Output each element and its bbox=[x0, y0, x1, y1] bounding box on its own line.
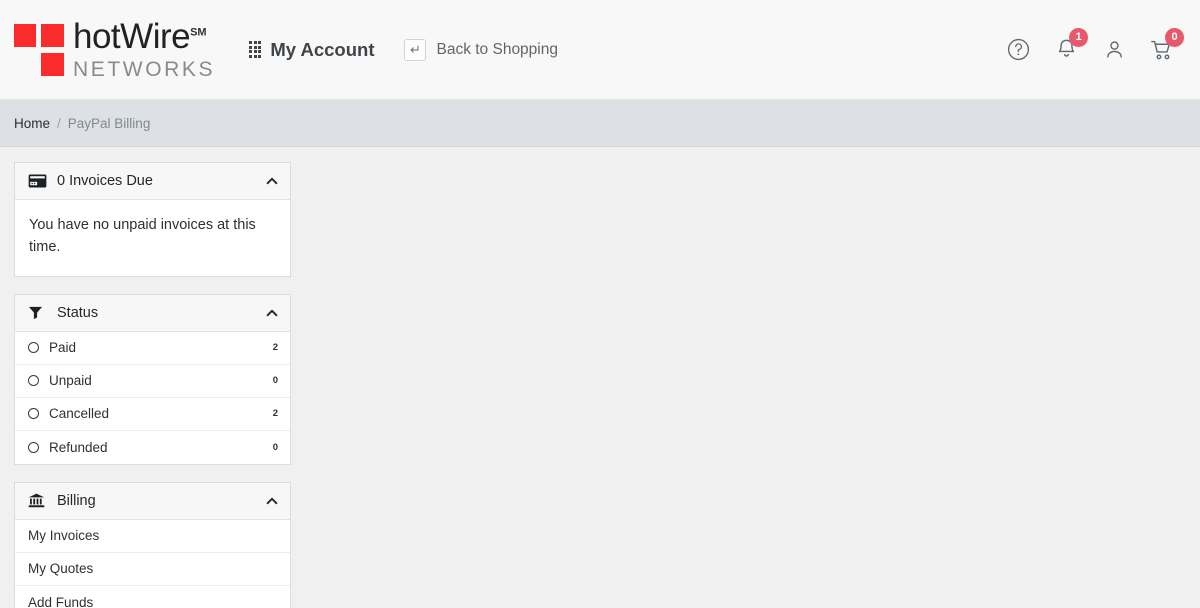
bell-icon[interactable]: 1 bbox=[1052, 27, 1088, 65]
back-to-shopping-button[interactable]: ↵ Back to Shopping bbox=[404, 38, 558, 61]
back-to-shopping-label: Back to Shopping bbox=[436, 40, 558, 58]
breadcrumb-current-page: PayPal Billing bbox=[67, 115, 151, 131]
chevron-up-icon[interactable] bbox=[265, 306, 279, 320]
status-label: Paid bbox=[49, 340, 77, 356]
billing-link-my-invoices[interactable]: My Invoices bbox=[15, 520, 290, 553]
nav-my-account-label: My Account bbox=[270, 38, 375, 60]
invoices-empty-message: You have no unpaid invoices at this time… bbox=[29, 217, 256, 256]
nav-my-account[interactable]: My Account bbox=[249, 39, 374, 61]
logo-wordmark: hotWireSM bbox=[73, 19, 215, 54]
breadcrumb-separator: / bbox=[57, 115, 61, 131]
status-row-cancelled[interactable]: Cancelled 2 bbox=[15, 398, 290, 431]
header-icon-group: 1 0 bbox=[1004, 27, 1184, 65]
panel-invoices-due-header[interactable]: 0 Invoices Due bbox=[15, 163, 290, 200]
breadcrumb: Home / PayPal Billing bbox=[0, 100, 1200, 147]
credit-card-icon bbox=[28, 174, 48, 188]
logo-servicemark: SM bbox=[190, 26, 207, 39]
help-circle-icon[interactable] bbox=[1004, 35, 1032, 65]
site-logo[interactable]: hotWireSM NETWORKS bbox=[14, 19, 215, 80]
status-row-refunded[interactable]: Refunded 0 bbox=[15, 431, 290, 464]
panel-billing: Billing My Invoices My Quotes Add Funds bbox=[14, 481, 291, 608]
grid-apps-icon bbox=[249, 41, 262, 58]
cart-badge: 0 bbox=[1165, 27, 1184, 47]
enter-return-icon: ↵ bbox=[404, 38, 427, 61]
main-content-area bbox=[291, 162, 1200, 608]
status-count: 0 bbox=[272, 441, 278, 453]
notifications-badge: 1 bbox=[1069, 27, 1088, 47]
status-count: 2 bbox=[272, 342, 278, 354]
chevron-up-icon[interactable] bbox=[265, 174, 279, 188]
radio-circle-icon[interactable] bbox=[28, 441, 39, 453]
status-label: Refunded bbox=[49, 439, 108, 455]
breadcrumb-home-link[interactable]: Home bbox=[14, 116, 50, 131]
chevron-up-icon[interactable] bbox=[265, 494, 279, 508]
logo-subtitle: NETWORKS bbox=[73, 58, 216, 81]
filter-funnel-icon bbox=[28, 305, 48, 320]
status-label: Unpaid bbox=[49, 373, 92, 389]
status-count: 2 bbox=[272, 408, 278, 420]
status-row-paid[interactable]: Paid 2 bbox=[15, 332, 290, 365]
site-header: hotWireSM NETWORKS My Account ↵ Back to … bbox=[0, 0, 1200, 100]
panel-billing-title: Billing bbox=[57, 492, 96, 509]
panel-status-header[interactable]: Status bbox=[15, 294, 290, 332]
radio-circle-icon[interactable] bbox=[28, 375, 39, 387]
logo-word-text: hotWire bbox=[73, 17, 191, 56]
billing-link-add-funds[interactable]: Add Funds bbox=[15, 586, 290, 608]
sidebar: 0 Invoices Due You have no unpaid invoic… bbox=[14, 162, 291, 608]
panel-billing-header[interactable]: Billing bbox=[15, 482, 290, 520]
billing-link-my-quotes[interactable]: My Quotes bbox=[15, 553, 290, 586]
logo-squares-icon bbox=[14, 23, 64, 76]
radio-circle-icon[interactable] bbox=[28, 408, 39, 420]
shopping-cart-icon[interactable]: 0 bbox=[1148, 27, 1184, 65]
panel-status-title: Status bbox=[57, 304, 99, 321]
status-row-unpaid[interactable]: Unpaid 0 bbox=[15, 365, 290, 398]
status-count: 0 bbox=[272, 375, 278, 387]
panel-invoices-due: 0 Invoices Due You have no unpaid invoic… bbox=[14, 162, 291, 277]
panel-invoices-due-title: 0 Invoices Due bbox=[57, 173, 153, 189]
user-person-icon[interactable] bbox=[1100, 35, 1128, 65]
page-body: 0 Invoices Due You have no unpaid invoic… bbox=[0, 147, 1200, 608]
bank-building-icon bbox=[28, 493, 48, 508]
status-label: Cancelled bbox=[49, 406, 110, 422]
radio-circle-icon[interactable] bbox=[28, 342, 39, 354]
panel-status: Status Paid 2 Unpaid 0 Cancelled 2 Refun… bbox=[14, 293, 291, 465]
